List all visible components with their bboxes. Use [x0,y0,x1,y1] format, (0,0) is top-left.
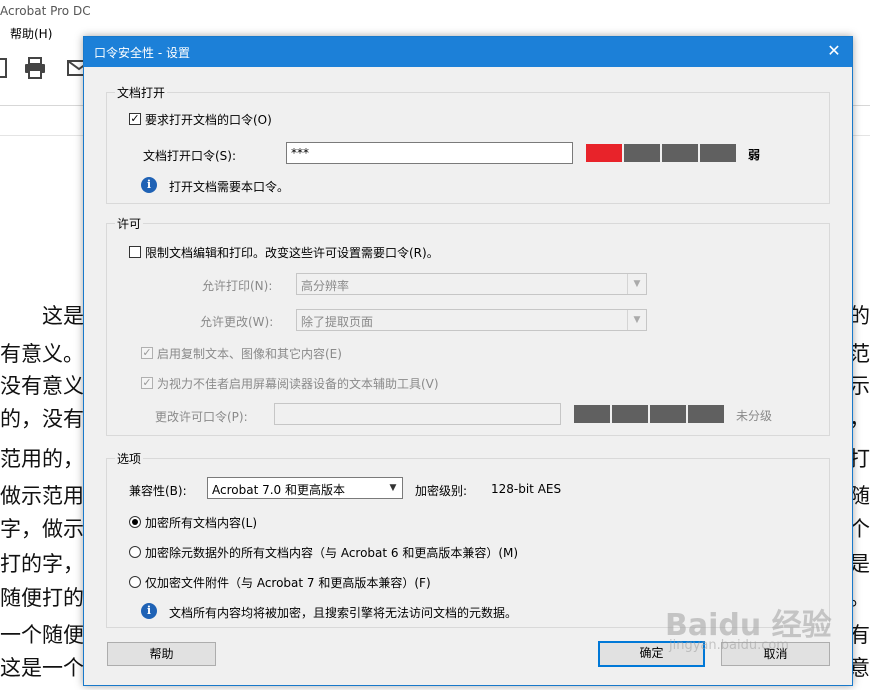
watermark-logo: Baidu 经验 jingyan.baidu.com [665,600,832,653]
doc-line: 有意义。 [0,342,84,366]
doc-line: 打的字， [0,552,84,576]
password-security-dialog: 口令安全性 - 设置 ✕ 文档打开 ✓ 要求打开文档的口令(O) 文档打开口令(… [83,36,853,686]
allow-print-label: 允许打印(N): [202,279,273,293]
dialog-title: 口令安全性 - 设置 [94,46,190,60]
encrypt-attachments-radio[interactable] [129,576,141,588]
encrypt-level-label: 加密级别: [415,484,468,498]
enable-copy-label: 启用复制文本、图像和其它内容(E) [157,347,342,361]
strength-segment [624,144,660,162]
strength-segment [688,405,724,423]
encrypt-except-metadata-radio[interactable] [129,546,141,558]
compat-value: Acrobat 7.0 和更高版本 [212,483,345,497]
encrypt-all-radio[interactable] [129,516,141,528]
allow-print-value: 高分辨率 [301,279,350,293]
strength-segment [574,405,610,423]
allow-print-select[interactable]: 高分辨率 ▼ [296,273,647,295]
perm-strength-meter [574,405,726,423]
doc-line: 做示范用 [0,484,84,508]
menu-help[interactable]: 帮助(H) [10,25,52,42]
doc-line: 这是一个 [0,656,84,680]
watermark-sub: jingyan.baidu.com [669,638,789,653]
page-icon[interactable] [0,55,12,81]
restrict-editing-label: 限制文档编辑和打印。改变这些许可设置需要口令(R)。 [145,246,439,260]
strength-text: 弱 [748,148,761,162]
allow-change-label: 允许更改(W): [200,315,274,329]
enable-copy-checkbox[interactable]: ✓ [141,347,153,359]
doc-line: 没有意义 [0,374,84,398]
accessibility-checkbox[interactable]: ✓ [141,377,153,389]
password-strength-meter [586,144,738,162]
strength-segment [586,144,622,162]
doc-line: 一个随便 [0,623,84,647]
allow-change-value: 除了提取页面 [301,315,374,329]
options-info-text: 文档所有内容均将被加密，且搜索引擎将无法访问文档的元数据。 [169,606,518,620]
chevron-down-icon: ▼ [627,274,646,294]
encrypt-level-value: 128-bit AES [491,482,562,496]
strength-segment [612,405,648,423]
doc-line: 这是 [0,304,84,328]
require-password-label: 要求打开文档的口令(O) [145,113,272,127]
compat-label: 兼容性(B): [129,484,187,498]
perm-password-input[interactable] [274,403,561,425]
dialog-titlebar[interactable]: 口令安全性 - 设置 ✕ [84,37,852,67]
close-icon[interactable]: ✕ [824,41,844,61]
info-icon: i [141,177,157,193]
group-label-permissions: 许可 [115,215,144,232]
perm-strength-text: 未分级 [736,409,773,423]
allow-change-select[interactable]: 除了提取页面 ▼ [296,309,647,331]
encrypt-except-metadata-label: 加密除元数据外的所有文档内容（与 Acrobat 6 和更高版本兼容）(M) [145,546,519,560]
open-password-input[interactable]: *** [286,142,573,164]
strength-segment [662,144,698,162]
restrict-editing-checkbox[interactable] [129,246,141,258]
doc-line: 字，做示 [0,517,84,541]
chevron-down-icon: ▼ [627,310,646,330]
perm-password-label: 更改许可口令(P): [155,410,248,424]
document-open-group: 文档打开 ✓ 要求打开文档的口令(O) 文档打开口令(S): *** 弱 i 打… [106,84,830,204]
doc-line: 的，没有 [0,407,84,431]
strength-segment [650,405,686,423]
encrypt-all-label: 加密所有文档内容(L) [145,516,258,530]
print-icon[interactable] [22,55,48,81]
strength-segment [700,144,736,162]
doc-line: 随便打的 [0,586,84,610]
group-label-open: 文档打开 [115,84,168,101]
encrypt-attachments-label: 仅加密文件附件（与 Acrobat 7 和更高版本兼容）(F) [145,576,431,590]
compat-select[interactable]: Acrobat 7.0 和更高版本 ▼ [207,477,403,499]
group-label-options: 选项 [115,450,144,467]
app-title: Acrobat Pro DC [0,4,91,18]
accessibility-label: 为视力不佳者启用屏幕阅读器设备的文本辅助工具(V) [157,377,439,391]
doc-line: 范用的， [0,447,84,471]
open-password-label: 文档打开口令(S): [143,149,237,163]
help-button[interactable]: 帮助 [107,642,216,666]
open-info-text: 打开文档需要本口令。 [169,180,290,194]
permissions-group: 许可 限制文档编辑和打印。改变这些许可设置需要口令(R)。 允许打印(N): 高… [106,215,830,436]
chevron-down-icon: ▼ [389,483,397,493]
info-icon: i [141,603,157,619]
require-password-checkbox[interactable]: ✓ [129,113,141,125]
